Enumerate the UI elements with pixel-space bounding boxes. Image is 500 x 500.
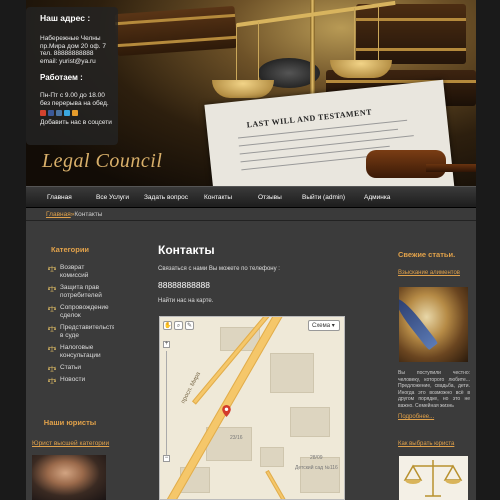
article-link-alimony[interactable]: Взыскание алиментов: [398, 270, 460, 276]
address-line: пр.Мира дом 20 оф. 7: [40, 42, 106, 50]
zoom-in-button[interactable]: +: [163, 341, 170, 348]
article-link-choose-lawyer[interactable]: Как выбрать юриста: [398, 441, 454, 447]
map-building: [260, 447, 284, 467]
facebook-icon[interactable]: [48, 110, 54, 116]
map-widget[interactable]: просп. Мира 23/16 Детский сад №116 28/09…: [159, 316, 345, 500]
g-icon[interactable]: [40, 110, 46, 116]
category-label: Сопровождение сделок: [60, 304, 109, 319]
map-building: [270, 353, 314, 393]
category-item[interactable]: Статьи: [26, 364, 114, 372]
category-label: Новости: [60, 376, 86, 383]
social-label: Добавить нас в соцсети: [40, 119, 112, 126]
categories-title: Категории: [50, 245, 90, 254]
map-building: [290, 407, 330, 437]
nav-admin[interactable]: Админка: [364, 194, 390, 201]
contact-phone: 88888888888: [158, 280, 211, 290]
category-label: Представительство в суде: [60, 324, 120, 339]
nav-reviews[interactable]: Отзывы: [258, 194, 282, 201]
hours-line: без перерыва на обед.: [40, 99, 109, 107]
category-item[interactable]: Представительство в суде: [26, 324, 119, 340]
map-place-label: Детский сад №116: [295, 465, 338, 471]
map-street-no-label: 28/09: [310, 455, 323, 461]
category-label: Статьи: [60, 364, 82, 371]
scales-icon: [48, 345, 56, 352]
map-intro: Найти нас на карте.: [158, 298, 214, 304]
map-type-select[interactable]: Схема ▾: [308, 320, 340, 331]
category-label: Возврат комиссий: [60, 264, 89, 279]
scales-icon: [48, 285, 56, 292]
right-sidebar: Свежие статьи. Взыскание алиментов Вы по…: [392, 221, 476, 500]
category-list: Возврат комиссий Защита прав потребителе…: [26, 264, 119, 384]
hours-line: Пн-Пт с 9.00 до 18.00: [40, 92, 105, 99]
category-label: Защита прав потребителей: [60, 284, 102, 299]
nav-services[interactable]: Все Услуги: [96, 194, 129, 201]
vk-icon[interactable]: [56, 110, 62, 116]
contact-intro: Связаться с нами Вы можете по телефону :: [158, 266, 280, 272]
category-item[interactable]: Налоговые консультации: [26, 344, 114, 360]
article-image-quill[interactable]: [399, 287, 468, 362]
social-icons: [40, 110, 118, 116]
category-item[interactable]: Сопровождение сделок: [26, 304, 114, 320]
article-excerpt: Вы поступили честно: человеку, которого …: [398, 370, 470, 409]
twitter-icon[interactable]: [64, 110, 70, 116]
breadcrumb-home[interactable]: Главная: [46, 211, 71, 218]
nav-home[interactable]: Главная: [47, 194, 72, 201]
fresh-articles-title: Свежие статьи.: [398, 250, 456, 259]
scales-icon: [403, 460, 463, 497]
scales-icon: [48, 325, 56, 332]
scales-icon: [48, 305, 56, 312]
map-building: [300, 457, 340, 493]
scales-chain: [378, 6, 379, 62]
nav-logout[interactable]: Выйти (admin): [302, 194, 345, 201]
scales-icon: [48, 265, 56, 272]
zoom-control: + −: [163, 341, 170, 463]
map-road: [265, 470, 299, 499]
category-label: Налоговые консультации: [60, 344, 101, 359]
location-pin-icon[interactable]: [222, 405, 231, 417]
brand-logo[interactable]: Legal Council: [42, 150, 162, 173]
scales-pan-right: [330, 60, 392, 78]
article-image-scales[interactable]: [399, 456, 468, 500]
lawyers-title: Наши юристы: [43, 418, 97, 427]
lawyer-photo[interactable]: [32, 455, 106, 500]
scales-chain: [236, 24, 237, 82]
nav-contacts[interactable]: Контакты: [204, 194, 232, 201]
scales-icon: [48, 377, 56, 384]
scales-icon: [48, 365, 56, 372]
category-item[interactable]: Новости: [26, 376, 114, 384]
magnifier-icon[interactable]: ⌕: [174, 321, 183, 330]
ruler-icon[interactable]: ✎: [185, 321, 194, 330]
hours-title: Работаем :: [40, 73, 83, 82]
email-icon[interactable]: [72, 110, 78, 116]
address-line: Набережные Челны: [40, 35, 101, 42]
breadcrumb: Главная»Контакты: [26, 208, 476, 221]
hand-tool-icon[interactable]: ✋: [163, 321, 172, 330]
phone-line: тел. 88888888888: [40, 50, 94, 57]
scales-chain: [258, 22, 259, 82]
address-title: Наш адрес :: [40, 13, 91, 23]
zoom-out-button[interactable]: −: [163, 455, 170, 462]
breadcrumb-current: Контакты: [74, 211, 103, 218]
main-nav: Главная Все Услуги Задать вопрос Контакт…: [26, 186, 476, 208]
email-line: email: yurist@ya.ru: [40, 57, 96, 65]
book-image: [356, 4, 466, 64]
contact-panel: Наш адрес : Набережные Челны пр.Мира дом…: [26, 7, 118, 145]
read-more-link[interactable]: Подробнее...: [398, 414, 434, 420]
nav-ask-question[interactable]: Задать вопрос: [144, 194, 188, 201]
book-image: [114, 5, 238, 57]
category-item[interactable]: Возврат комиссий: [26, 264, 114, 280]
zoom-rail[interactable]: [166, 351, 167, 455]
scales-pan-left: [212, 80, 274, 98]
map-building-label: 23/16: [230, 435, 243, 441]
main-content: Контакты Связаться с нами Вы можете по т…: [114, 221, 392, 500]
page-title: Контакты: [158, 243, 215, 257]
gavel-handle: [426, 164, 476, 172]
lawyer-link[interactable]: Юрист высшей категории: [32, 440, 109, 447]
map-type-label: Схема: [312, 323, 331, 329]
left-sidebar: Категории Возврат комиссий Защита прав п…: [26, 221, 119, 500]
scales-chain: [354, 8, 355, 62]
category-item[interactable]: Защита прав потребителей: [26, 284, 114, 300]
